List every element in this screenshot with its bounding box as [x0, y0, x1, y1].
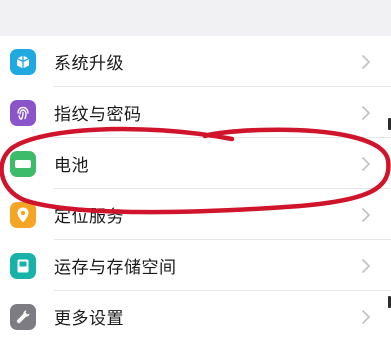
settings-item-location[interactable]: 定位服务: [0, 189, 391, 240]
chevron-right-icon: [362, 105, 370, 120]
chevron-right-icon: [362, 54, 370, 69]
chevron-right-icon: [362, 309, 370, 324]
settings-item-fingerprint-password[interactable]: 指纹与密码: [0, 87, 391, 138]
chevron-right-icon: [362, 156, 370, 171]
settings-item-label: 系统升级: [54, 54, 124, 74]
system-update-icon: [10, 48, 36, 75]
location-icon: [10, 201, 36, 228]
settings-item-label: 定位服务: [54, 207, 124, 227]
settings-item-label: 电池: [54, 156, 89, 176]
settings-item-more-settings[interactable]: 更多设置: [0, 291, 391, 339]
storage-icon: [10, 252, 36, 279]
settings-item-battery[interactable]: 电池: [0, 138, 391, 189]
settings-item-label: 指纹与密码: [54, 105, 142, 125]
battery-icon: [10, 150, 36, 177]
settings-list: 系统升级 指纹与密码 电池 定位服务 运存与存储空间 更多设置: [0, 36, 391, 339]
settings-item-system-update[interactable]: 系统升级: [0, 36, 391, 87]
wrench-icon: [10, 303, 36, 330]
settings-item-storage[interactable]: 运存与存储空间: [0, 240, 391, 291]
fingerprint-icon: [10, 99, 36, 126]
settings-item-label: 更多设置: [54, 309, 124, 329]
top-spacer: [0, 0, 391, 36]
chevron-right-icon: [362, 258, 370, 273]
settings-screen: 系统升级 指纹与密码 电池 定位服务 运存与存储空间 更多设置: [0, 0, 391, 339]
chevron-right-icon: [362, 207, 370, 222]
settings-item-label: 运存与存储空间: [54, 258, 177, 278]
